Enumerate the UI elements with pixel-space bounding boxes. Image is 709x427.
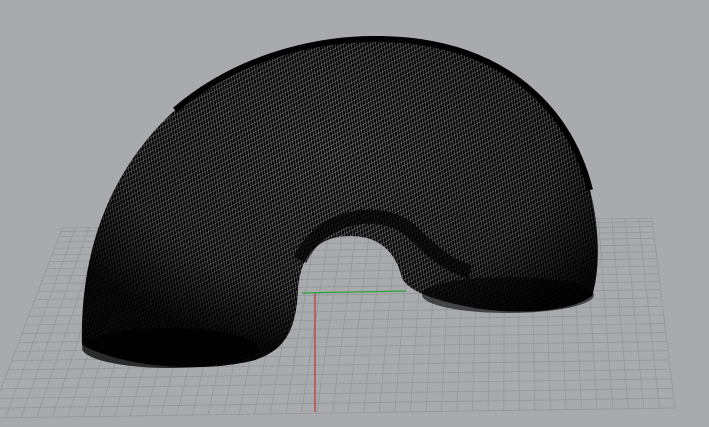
grid-line-vertical — [638, 218, 660, 409]
perspective-viewport[interactable] — [0, 0, 709, 427]
grid-line-horizontal — [0, 388, 673, 399]
viewport-canvas[interactable] — [0, 0, 709, 427]
torus-shading — [81, 39, 598, 368]
grid-line-vertical — [5, 227, 76, 418]
torus-right-end-cap — [422, 277, 594, 313]
grid-line-vertical — [624, 218, 645, 409]
grid-line-vertical — [332, 222, 358, 414]
grid-line-vertical — [20, 227, 90, 418]
grid-line-vertical — [651, 217, 676, 409]
torus-left-end-cap — [82, 328, 258, 368]
half-torus-mesh[interactable] — [81, 36, 598, 368]
grid-line-vertical — [363, 222, 385, 413]
grid-line-vertical — [347, 222, 371, 413]
grid-line-vertical — [597, 218, 614, 409]
grid-line-horizontal — [0, 397, 674, 409]
grid-line-vertical — [316, 223, 344, 414]
grid-line-vertical — [611, 218, 629, 409]
